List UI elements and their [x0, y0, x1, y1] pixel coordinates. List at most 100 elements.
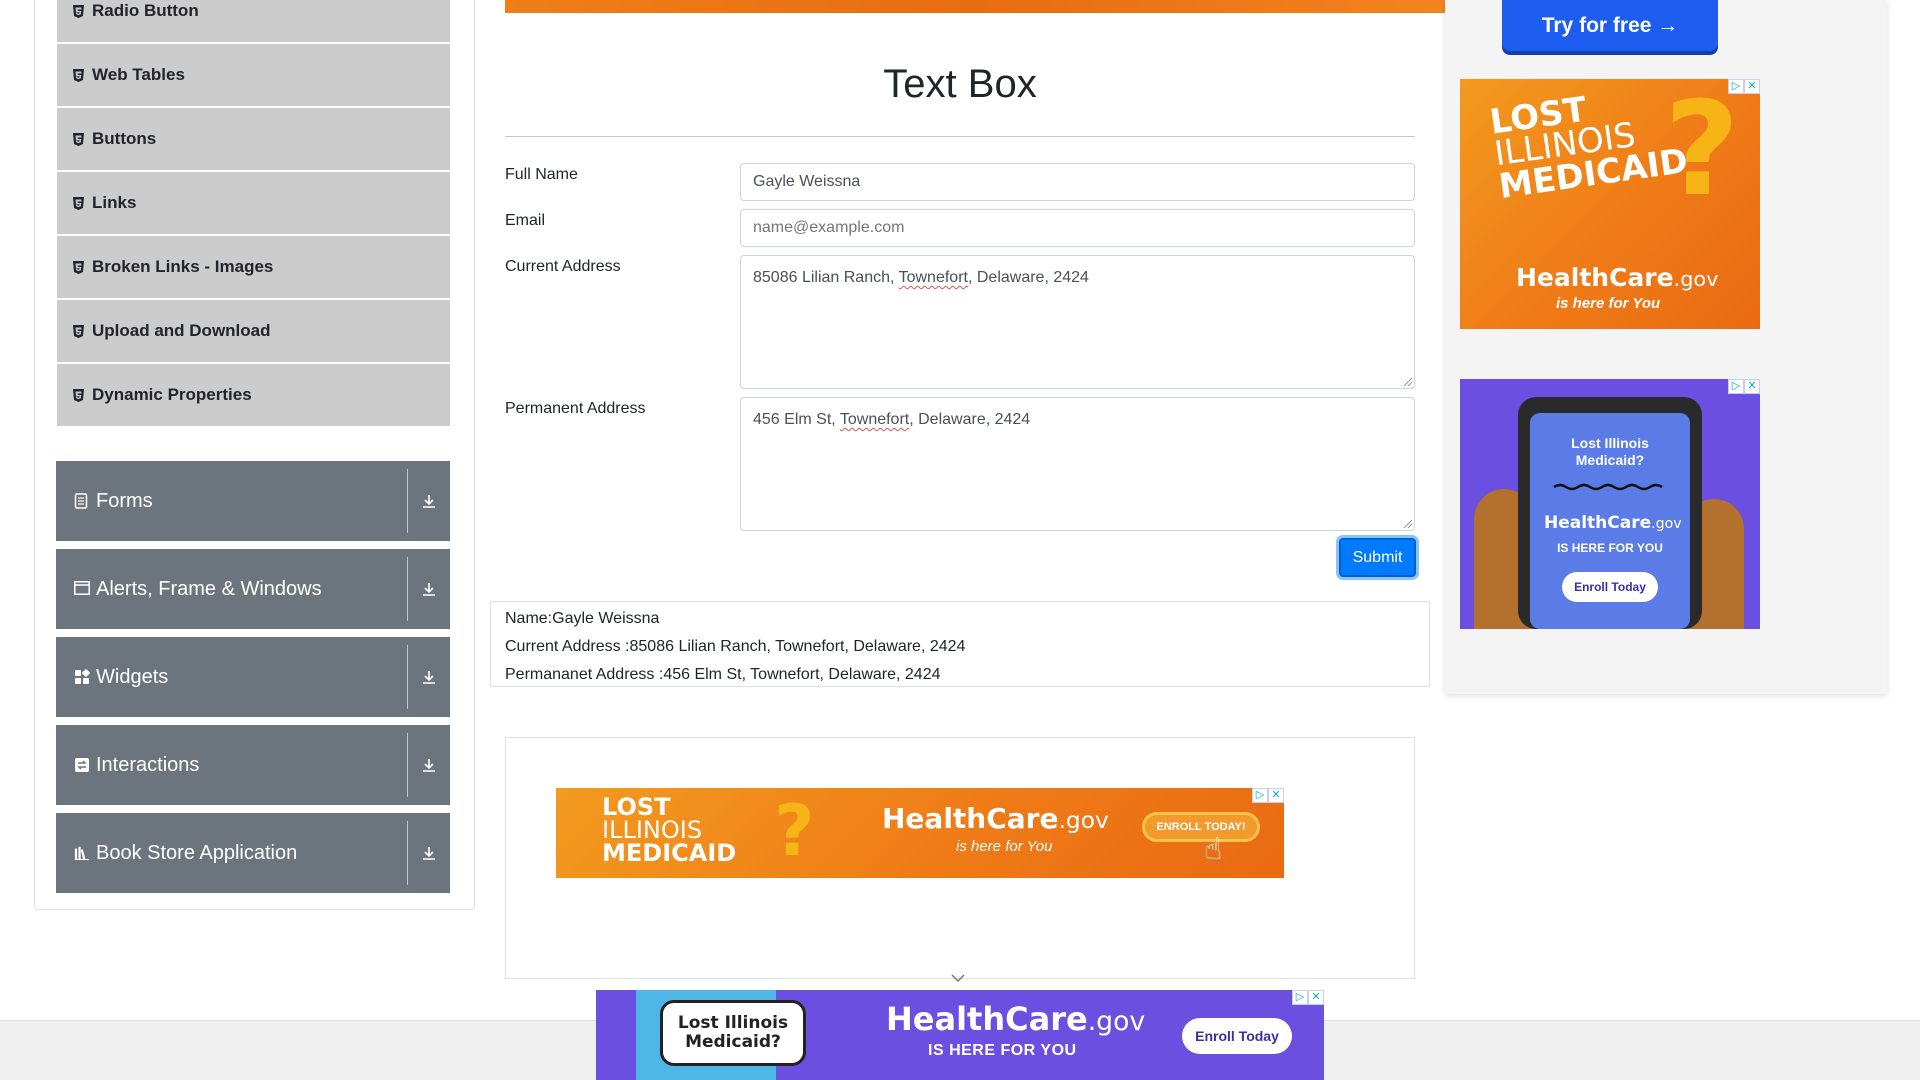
document-icon: [74, 493, 90, 509]
permanent-address-text: 456 Elm St,: [753, 411, 840, 428]
ad-speech-bubble: Lost Illinois Medicaid?: [660, 1000, 806, 1066]
current-address-text: , Delaware, 2424: [967, 269, 1089, 286]
email-input[interactable]: name@example.com: [740, 209, 1415, 247]
email-placeholder: name@example.com: [753, 219, 905, 236]
ad-info-icon[interactable]: ▷: [1728, 79, 1744, 94]
download-arrow-icon[interactable]: [408, 461, 450, 541]
download-arrow-icon[interactable]: [408, 549, 450, 629]
question-mark-graphic: ?: [774, 790, 815, 872]
sidebar-item-label: Links: [92, 193, 137, 212]
ad-info-icon[interactable]: ▷: [1252, 788, 1268, 803]
ad-info-icon[interactable]: ▷: [1728, 379, 1744, 394]
ad-headline: LOST ILLINOIS MEDICAID: [602, 795, 737, 867]
sidebar-group-forms[interactable]: Forms: [56, 461, 450, 541]
resize-grip-icon[interactable]: [1404, 520, 1412, 528]
output-box: Name:Gayle Weissna Current Address :8508…: [490, 601, 1430, 687]
ad-brand-text: HealthCare: [1516, 263, 1674, 292]
sidebar-group-book-store[interactable]: Book Store Application: [56, 813, 450, 893]
output-current-address: Current Address :85086 Lilian Ranch, Tow…: [505, 638, 966, 655]
ad-brand-text: HealthCare: [886, 1000, 1088, 1038]
ad-banner-medicaid-horizontal[interactable]: LOST ILLINOIS MEDICAID ? HealthCare.gov …: [556, 788, 1284, 878]
ad-headline: LOST ILLINOIS MEDICAID: [1487, 81, 1690, 207]
ad-tagline: is here for You: [956, 838, 1053, 855]
ad-choices[interactable]: ▷ ✕: [1728, 79, 1760, 94]
sidebar-group-label: Book Store Application: [96, 841, 298, 864]
sidebar-group-label: Interactions: [96, 753, 200, 776]
sidebar-item-label: Upload and Download: [92, 321, 271, 340]
ad-banner-medicaid-square[interactable]: LOST ILLINOIS MEDICAID ? HealthCare.gov …: [1460, 79, 1760, 329]
hand-pointer-icon: ☝: [1204, 833, 1223, 866]
sidebar-item-buttons[interactable]: Buttons: [57, 108, 450, 170]
sidebar-item-links[interactable]: Links: [57, 172, 450, 234]
ad-banner-medicaid-bottom[interactable]: Lost Illinois Medicaid? HealthCare.gov I…: [596, 990, 1324, 1080]
html5-icon: [72, 196, 84, 210]
sidebar-item-dynamic-properties[interactable]: Dynamic Properties: [57, 364, 450, 426]
ad-brand: HealthCare.gov: [1516, 263, 1719, 292]
close-icon[interactable]: ✕: [1308, 990, 1324, 1005]
ad-enroll-button[interactable]: ENROLL TODAY!: [1142, 812, 1260, 842]
ad-text: MEDICAID: [602, 838, 737, 867]
permanent-address-label: Permanent Address: [505, 400, 646, 417]
permanent-address-text: , Delaware, 2424: [909, 411, 1031, 428]
ad-choices[interactable]: ▷ ✕: [1728, 379, 1760, 394]
sidebar-item-upload-download[interactable]: Upload and Download: [57, 300, 450, 362]
permanent-address-textarea[interactable]: 456 Elm St, Townefort, Delaware, 2424: [740, 397, 1415, 531]
ad-tagline: is here for You: [1556, 295, 1661, 312]
window-icon: [74, 581, 90, 597]
html5-icon: [72, 132, 84, 146]
title-divider: [505, 136, 1415, 137]
download-arrow-icon[interactable]: [408, 725, 450, 805]
sidebar-group-interactions[interactable]: Interactions: [56, 725, 450, 805]
email-label: Email: [505, 212, 546, 229]
ad-info-icon[interactable]: ▷: [1292, 990, 1308, 1005]
sidebar-group-widgets[interactable]: Widgets: [56, 637, 450, 717]
current-address-textarea[interactable]: 85086 Lilian Ranch, Townefort, Delaware,…: [740, 255, 1415, 389]
full-name-input[interactable]: Gayle Weissna: [740, 163, 1415, 201]
ad-brand-text: HealthCare: [882, 802, 1059, 835]
ad-enroll-button[interactable]: Enroll Today: [1182, 1018, 1292, 1054]
ad-tagline: IS HERE FOR YOU: [928, 1042, 1077, 1059]
ad-brand: HealthCare.gov: [886, 1000, 1145, 1038]
close-icon[interactable]: ✕: [1268, 788, 1284, 803]
close-icon[interactable]: ✕: [1744, 79, 1760, 94]
ad-question: Lost Illinois Medicaid?: [1571, 435, 1649, 468]
squiggle-underline-icon: [1553, 483, 1663, 491]
sidebar-group-alerts-frame-windows[interactable]: Alerts, Frame & Windows: [56, 549, 450, 629]
ad-brand-suffix: .gov: [1058, 806, 1109, 834]
html5-icon: [72, 260, 84, 274]
ad-brand-suffix: .gov: [1651, 516, 1682, 532]
spellcheck-flagged-word: Townefort: [898, 269, 968, 286]
resize-grip-icon[interactable]: [1404, 378, 1412, 386]
sidebar-group-label: Forms: [96, 489, 153, 512]
ad-banner-medicaid-phone[interactable]: Lost Illinois Medicaid? HealthCare.gov I…: [1460, 379, 1760, 629]
try-for-free-button[interactable]: Try for free →: [1502, 0, 1718, 51]
submit-button[interactable]: Submit: [1339, 538, 1416, 577]
sidebar-group-label: Widgets: [96, 665, 169, 688]
download-arrow-icon[interactable]: [408, 637, 450, 717]
sidebar-item-radio-button[interactable]: Radio Button: [57, 0, 450, 42]
full-name-value: Gayle Weissna: [753, 173, 861, 190]
sidebar-item-broken-links[interactable]: Broken Links - Images: [57, 236, 450, 298]
output-name: Name:Gayle Weissna: [505, 610, 660, 627]
sidebar-item-label: Radio Button: [92, 1, 199, 20]
ad-choices[interactable]: ▷ ✕: [1292, 990, 1324, 1005]
ad-enroll-button[interactable]: Enroll Today: [1562, 572, 1658, 602]
ad-brand-text: HealthCare: [1544, 513, 1652, 533]
top-banner-strip: [505, 0, 1445, 13]
widgets-grid-icon: [74, 669, 90, 685]
sidebar-item-label: Broken Links - Images: [92, 257, 274, 276]
close-icon[interactable]: ✕: [1744, 379, 1760, 394]
ad-brand-suffix: .gov: [1673, 267, 1719, 291]
ad-brand: HealthCare.gov: [1544, 513, 1682, 533]
current-address-text: 85086 Lilian Ranch,: [753, 269, 899, 286]
sidebar-item-web-tables[interactable]: Web Tables: [57, 44, 450, 106]
ad-choices[interactable]: ▷ ✕: [1252, 788, 1284, 803]
spellcheck-flagged-word: Townefort: [839, 411, 910, 428]
sidebar: Radio Button Web Tables Buttons Links Br…: [34, 0, 475, 910]
books-icon: [74, 845, 90, 861]
interactions-icon: [74, 757, 90, 773]
question-mark-graphic: ?: [1664, 79, 1740, 225]
download-arrow-icon[interactable]: [408, 813, 450, 893]
chevron-down-icon[interactable]: [950, 972, 966, 984]
sidebar-item-label: Buttons: [92, 129, 157, 148]
